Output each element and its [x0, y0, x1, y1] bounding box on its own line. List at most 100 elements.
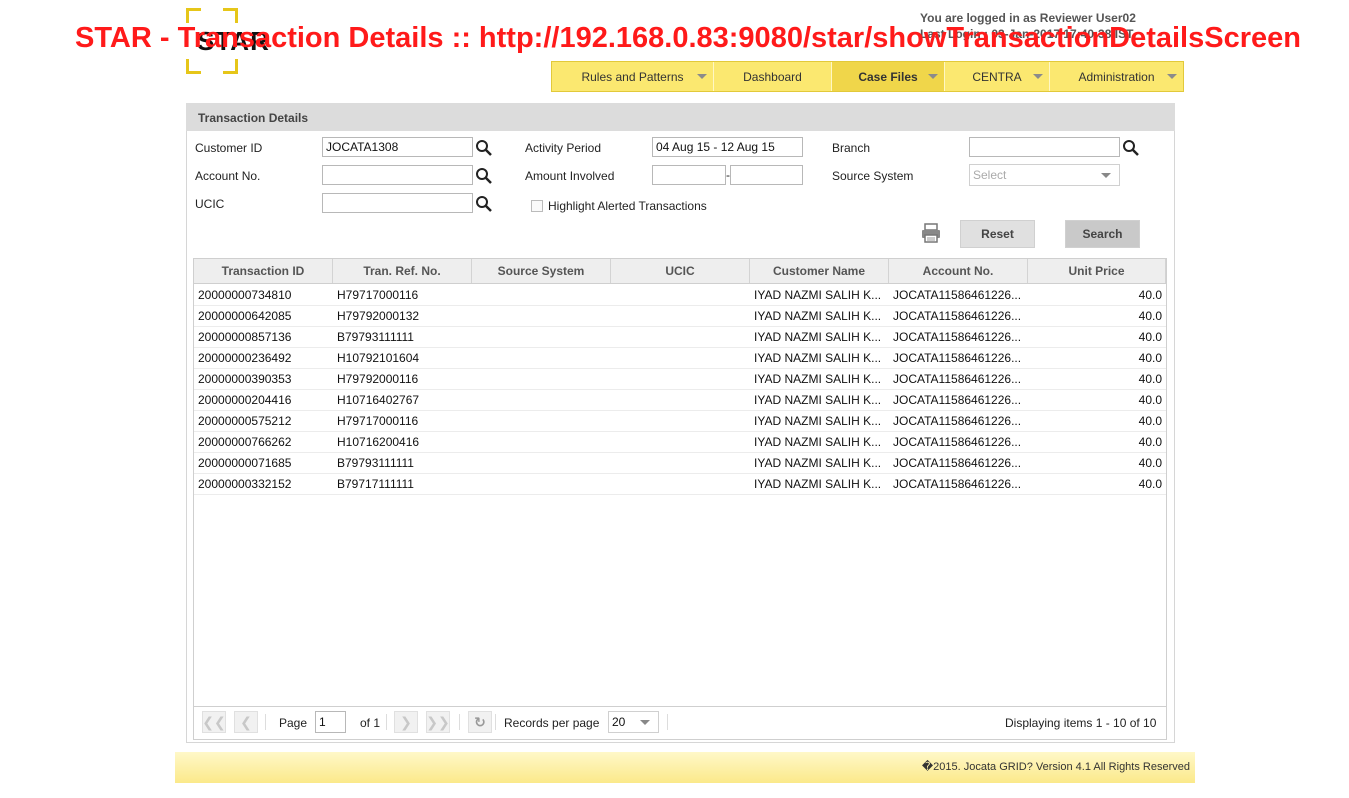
- next-page-icon[interactable]: ❯: [394, 711, 418, 733]
- chevron-down-icon: [1167, 74, 1177, 79]
- col-source-system[interactable]: Source System: [472, 259, 611, 283]
- col-transaction-id[interactable]: Transaction ID: [194, 259, 333, 283]
- cell-unit-price: 40.0: [1138, 414, 1162, 428]
- nav-label: Administration: [1078, 69, 1155, 84]
- cell-account-no: JOCATA11586461226...: [893, 435, 1022, 449]
- customer-id-input[interactable]: [322, 137, 473, 157]
- amount-involved-label: Amount Involved: [525, 169, 615, 183]
- cell-account-no: JOCATA11586461226...: [893, 288, 1022, 302]
- records-per-page-select[interactable]: 20: [608, 711, 659, 733]
- cell-account-no: JOCATA11586461226...: [893, 414, 1022, 428]
- grid-body: 20000000734810 H79717000116 IYAD NAZMI SAL…: [194, 285, 1166, 495]
- col-ucic[interactable]: UCIC: [611, 259, 750, 283]
- table-row[interactable]: 20000000857136 B79793111111 IYAD NAZMI SAL…: [194, 327, 1166, 348]
- nav-rules-and-patterns[interactable]: Rules and Patterns: [552, 62, 714, 91]
- search-icon[interactable]: [1122, 139, 1140, 157]
- cell-transaction-id: 20000000642085: [198, 309, 292, 323]
- cell-unit-price: 40.0: [1138, 351, 1162, 365]
- cell-unit-price: 40.0: [1138, 435, 1162, 449]
- cell-unit-price: 40.0: [1138, 309, 1162, 323]
- table-row[interactable]: 20000000734810 H79717000116 IYAD NAZMI SAL…: [194, 285, 1166, 306]
- panel-title: Transaction Details: [198, 111, 309, 125]
- cell-tran-ref-no: H79717000116: [337, 414, 419, 428]
- table-row[interactable]: 20000000236492 H10792101604 IYAD NAZMI SAL…: [194, 348, 1166, 369]
- first-page-icon[interactable]: ❮❮: [202, 711, 226, 733]
- account-no-input[interactable]: [322, 165, 473, 185]
- cell-tran-ref-no: B79793111111: [337, 330, 414, 344]
- amount-to-input[interactable]: [730, 165, 803, 185]
- cell-unit-price: 40.0: [1138, 477, 1162, 491]
- pager-divider: [459, 714, 460, 730]
- cell-account-no: JOCATA11586461226...: [893, 456, 1022, 470]
- last-page-icon[interactable]: ❯❯: [426, 711, 450, 733]
- cell-transaction-id: 20000000332152: [198, 477, 292, 491]
- cell-customer-name: IYAD NAZMI SALIH K...: [754, 393, 882, 407]
- activity-period-input[interactable]: [652, 137, 803, 157]
- highlight-alerted-label: Highlight Alerted Transactions: [548, 199, 707, 213]
- records-per-page-value: 20: [612, 715, 626, 729]
- ucic-input[interactable]: [322, 193, 473, 213]
- search-icon[interactable]: [475, 167, 493, 185]
- cell-unit-price: 40.0: [1138, 456, 1162, 470]
- cell-tran-ref-no: H79717000116: [337, 288, 419, 302]
- records-per-page-label: Records per page: [504, 716, 600, 730]
- table-row[interactable]: 20000000204416 H10716402767 IYAD NAZMI SAL…: [194, 390, 1166, 411]
- cell-tran-ref-no: H10716200416: [337, 435, 420, 449]
- col-tran-ref-no[interactable]: Tran. Ref. No.: [333, 259, 472, 283]
- table-row[interactable]: 20000000390353 H79792000116 IYAD NAZMI SAL…: [194, 369, 1166, 390]
- cell-customer-name: IYAD NAZMI SALIH K...: [754, 309, 882, 323]
- cell-tran-ref-no: H10792101604: [337, 351, 420, 365]
- cell-unit-price: 40.0: [1138, 288, 1162, 302]
- print-icon[interactable]: [920, 222, 942, 244]
- chevron-down-icon: [640, 720, 650, 725]
- customer-id-label: Customer ID: [195, 141, 263, 155]
- table-row[interactable]: 20000000071685 B79793111111 IYAD NAZMI SAL…: [194, 453, 1166, 474]
- source-system-placeholder: Select: [973, 168, 1007, 182]
- cell-tran-ref-no: H10716402767: [337, 393, 420, 407]
- cell-transaction-id: 20000000071685: [198, 456, 292, 470]
- cell-transaction-id: 20000000857136: [198, 330, 292, 344]
- branch-input[interactable]: [969, 137, 1120, 157]
- footer: �2015. Jocata GRID? Version 4.1 All Righ…: [175, 752, 1195, 783]
- cell-tran-ref-no: B79717111111: [337, 477, 414, 491]
- table-row[interactable]: 20000000332152 B79717111111 IYAD NAZMI SAL…: [194, 474, 1166, 495]
- nav-dashboard[interactable]: Dashboard: [714, 62, 832, 91]
- cell-transaction-id: 20000000734810: [198, 288, 292, 302]
- search-icon[interactable]: [475, 195, 493, 213]
- nav-administration[interactable]: Administration: [1050, 62, 1183, 91]
- panel-header: [186, 103, 1175, 131]
- table-row[interactable]: 20000000766262 H10716200416 IYAD NAZMI SAL…: [194, 432, 1166, 453]
- cell-unit-price: 40.0: [1138, 393, 1162, 407]
- nav-case-files[interactable]: Case Files: [832, 62, 945, 91]
- search-button[interactable]: Search: [1065, 220, 1140, 248]
- account-no-label: Account No.: [195, 169, 261, 183]
- pager-divider: [667, 714, 668, 730]
- pager-divider: [495, 714, 496, 730]
- col-customer-name[interactable]: Customer Name: [750, 259, 889, 283]
- reset-button[interactable]: Reset: [960, 220, 1035, 248]
- table-row[interactable]: 20000000642085 H79792000132 IYAD NAZMI SAL…: [194, 306, 1166, 327]
- cell-account-no: JOCATA11586461226...: [893, 477, 1022, 491]
- table-row[interactable]: 20000000575212 H79717000116 IYAD NAZMI SAL…: [194, 411, 1166, 432]
- cell-account-no: JOCATA11586461226...: [893, 372, 1022, 386]
- search-icon[interactable]: [475, 139, 493, 157]
- page-number-input[interactable]: [315, 711, 346, 733]
- cell-customer-name: IYAD NAZMI SALIH K...: [754, 414, 882, 428]
- col-unit-price[interactable]: Unit Price: [1028, 259, 1166, 283]
- cell-customer-name: IYAD NAZMI SALIH K...: [754, 288, 882, 302]
- nav-centra[interactable]: CENTRA: [945, 62, 1050, 91]
- cell-account-no: JOCATA11586461226...: [893, 351, 1022, 365]
- refresh-icon[interactable]: ↻: [468, 711, 492, 733]
- cell-tran-ref-no: B79793111111: [337, 456, 414, 470]
- col-account-no[interactable]: Account No.: [889, 259, 1028, 283]
- amount-from-input[interactable]: [652, 165, 726, 185]
- source-system-select[interactable]: Select: [969, 164, 1120, 186]
- nav-label: Dashboard: [743, 69, 802, 84]
- prev-page-icon[interactable]: ❮: [234, 711, 258, 733]
- nav-label: Case Files: [858, 69, 918, 84]
- cell-account-no: JOCATA11586461226...: [893, 309, 1022, 323]
- highlight-alerted-checkbox[interactable]: [531, 200, 543, 212]
- branch-label: Branch: [832, 141, 871, 155]
- cell-unit-price: 40.0: [1138, 330, 1162, 344]
- source-system-label: Source System: [832, 169, 914, 183]
